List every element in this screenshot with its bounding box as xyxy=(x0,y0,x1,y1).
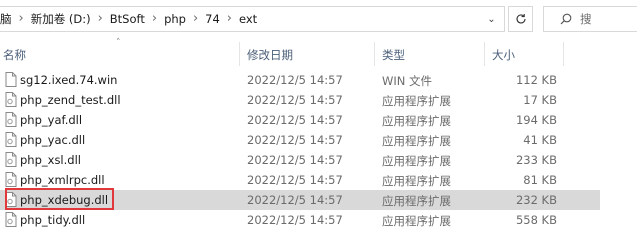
file-date: 2022/12/5 14:57 xyxy=(247,113,343,127)
file-date: 2022/12/5 14:57 xyxy=(247,153,343,167)
file-row-selected[interactable]: php_xdebug.dll 2022/12/5 14:57 应用程序扩展 23… xyxy=(0,190,600,210)
file-row[interactable]: php_xsl.dll 2022/12/5 14:57 应用程序扩展 233 K… xyxy=(0,150,600,170)
column-divider[interactable] xyxy=(239,42,240,66)
breadcrumb-separator-icon[interactable]: › xyxy=(98,11,103,26)
file-type: 应用程序扩展 xyxy=(382,114,451,128)
dll-file-icon xyxy=(5,132,17,147)
file-type: WIN 文件 xyxy=(382,74,433,88)
column-header-name[interactable]: 名称 xyxy=(3,47,26,63)
column-divider[interactable] xyxy=(374,42,375,66)
breadcrumb-separator-icon[interactable]: › xyxy=(152,11,157,26)
file-row[interactable]: php_yac.dll 2022/12/5 14:57 应用程序扩展 41 KB xyxy=(0,130,600,150)
file-size: 233 KB xyxy=(515,153,557,167)
file-size: 558 KB xyxy=(515,213,557,227)
file-type: 应用程序扩展 xyxy=(382,94,451,108)
dll-file-icon xyxy=(5,212,17,227)
file-size: 232 KB xyxy=(515,193,557,207)
breadcrumb-php[interactable]: php xyxy=(164,12,186,26)
file-date: 2022/12/5 14:57 xyxy=(247,193,343,207)
dll-file-icon xyxy=(5,192,17,207)
file-type: 应用程序扩展 xyxy=(382,214,451,228)
file-name: php_xmlrpc.dll xyxy=(20,173,105,187)
address-bar[interactable]: 脑 › 新加卷 (D:) › BtSoft › php › 74 › ext xyxy=(0,6,505,32)
dll-file-icon xyxy=(5,92,17,107)
file-row[interactable]: php_tidy.dll 2022/12/5 14:57 应用程序扩展 558 … xyxy=(0,210,600,230)
address-history-dropdown[interactable]: ⌄ xyxy=(478,6,505,32)
breadcrumb-separator-icon[interactable]: › xyxy=(19,11,24,26)
file-size: 17 KB xyxy=(523,93,557,107)
file-date: 2022/12/5 14:57 xyxy=(247,173,343,187)
file-date: 2022/12/5 14:57 xyxy=(247,73,343,87)
search-icon xyxy=(560,13,572,25)
column-header-size[interactable]: 大小 xyxy=(492,47,515,63)
dll-file-icon xyxy=(5,112,17,127)
file-date: 2022/12/5 14:57 xyxy=(247,213,343,227)
column-divider[interactable] xyxy=(563,42,564,66)
file-name: php_tidy.dll xyxy=(20,213,86,227)
file-type: 应用程序扩展 xyxy=(382,134,451,148)
file-type: 应用程序扩展 xyxy=(382,194,451,208)
file-name: php_zend_test.dll xyxy=(20,93,121,107)
column-header-type[interactable]: 类型 xyxy=(382,47,405,63)
search-input[interactable]: 搜 xyxy=(580,11,592,27)
file-name: php_yaf.dll xyxy=(20,113,83,127)
file-name: php_yac.dll xyxy=(20,133,86,147)
sort-ascending-icon: ˄ xyxy=(116,38,121,48)
file-date: 2022/12/5 14:57 xyxy=(247,133,343,147)
breadcrumb-separator-icon[interactable]: › xyxy=(193,11,198,26)
breadcrumb-drive[interactable]: 新加卷 (D:) xyxy=(31,11,91,27)
file-size: 112 KB xyxy=(515,73,557,87)
dll-file-icon xyxy=(5,152,17,167)
breadcrumb-btsoft[interactable]: BtSoft xyxy=(110,12,145,26)
file-icon xyxy=(5,72,17,87)
breadcrumb-ext[interactable]: ext xyxy=(239,12,257,26)
file-type: 应用程序扩展 xyxy=(382,174,451,188)
file-name: php_xsl.dll xyxy=(20,153,81,167)
column-divider[interactable] xyxy=(484,42,485,66)
file-row[interactable]: php_yaf.dll 2022/12/5 14:57 应用程序扩展 194 K… xyxy=(0,110,600,130)
file-name: sg12.ixed.74.win xyxy=(20,73,118,87)
file-row[interactable]: php_zend_test.dll 2022/12/5 14:57 应用程序扩展… xyxy=(0,90,600,110)
breadcrumb-separator-icon[interactable]: › xyxy=(227,11,232,26)
column-header-date[interactable]: 修改日期 xyxy=(247,47,293,63)
column-header: ˄ 名称 修改日期 类型 大小 xyxy=(0,38,637,66)
file-size: 41 KB xyxy=(523,133,557,147)
dll-file-icon xyxy=(5,172,17,187)
file-name: php_xdebug.dll xyxy=(20,193,109,207)
chevron-down-icon: ⌄ xyxy=(487,13,496,25)
file-row[interactable]: php_xmlrpc.dll 2022/12/5 14:57 应用程序扩展 81… xyxy=(0,170,600,190)
file-row[interactable]: sg12.ixed.74.win 2022/12/5 14:57 WIN 文件 … xyxy=(0,70,600,90)
refresh-icon xyxy=(515,14,526,24)
file-date: 2022/12/5 14:57 xyxy=(247,93,343,107)
refresh-button[interactable] xyxy=(508,6,533,32)
breadcrumb-74[interactable]: 74 xyxy=(205,12,220,26)
file-size: 81 KB xyxy=(523,173,557,187)
breadcrumb-this-pc[interactable]: 脑 xyxy=(0,11,12,27)
file-size: 194 KB xyxy=(515,113,557,127)
file-type: 应用程序扩展 xyxy=(382,154,451,168)
toolbar: 脑 › 新加卷 (D:) › BtSoft › php › 74 › ext ⌄… xyxy=(0,0,637,38)
search-box[interactable]: 搜 xyxy=(543,6,637,32)
